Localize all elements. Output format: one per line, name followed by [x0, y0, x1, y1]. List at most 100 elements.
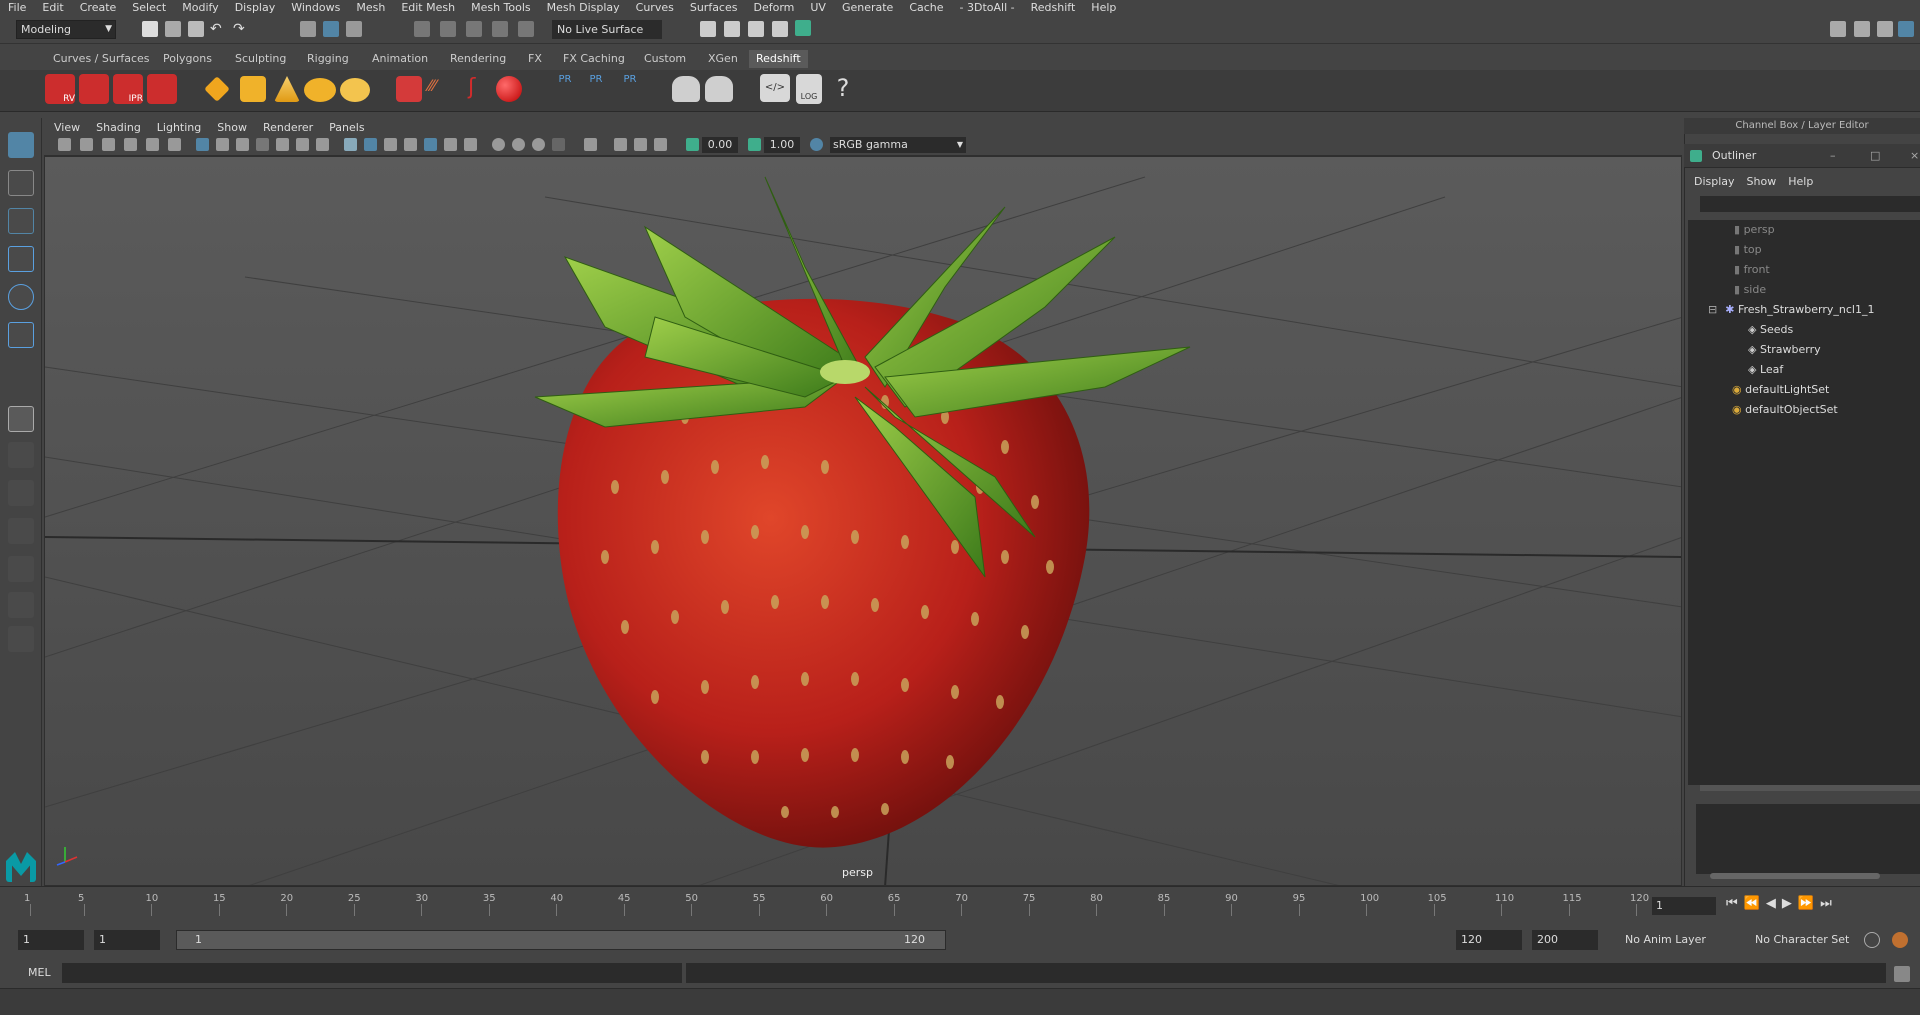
shelf-tab-custom[interactable]: Custom [637, 50, 693, 68]
outliner-item-strawberry[interactable]: ◈ Strawberry [1748, 341, 1821, 359]
auto-key-icon[interactable] [1864, 932, 1880, 948]
snap-view-icon[interactable] [492, 21, 508, 37]
menu-cache[interactable]: Cache [901, 1, 951, 14]
menu-mesh-display[interactable]: Mesh Display [539, 1, 628, 14]
redshift-ipr-icon[interactable]: IPR [113, 74, 143, 104]
play-icon[interactable]: ▶ [1782, 896, 1798, 911]
redshift-rv-icon[interactable]: RV [45, 74, 75, 104]
panel-menu-lighting[interactable]: Lighting [157, 121, 201, 134]
anti-aliasing-icon[interactable] [532, 138, 545, 151]
outliner-item-leaf[interactable]: ◈ Leaf [1748, 361, 1783, 379]
close-icon[interactable]: × [1910, 144, 1919, 168]
range-slider[interactable]: 1 120 [176, 930, 946, 950]
shelf-tab-fx-caching[interactable]: FX Caching [556, 50, 632, 68]
view-transform-select[interactable]: sRGB gamma ▼ [830, 137, 966, 153]
channel-box-tab[interactable]: Channel Box / Layer Editor [1684, 118, 1920, 134]
outliner-menu-help[interactable]: Help [1788, 175, 1813, 188]
redshift-pr1-icon[interactable]: PR [554, 74, 576, 106]
render-settings-icon[interactable] [700, 21, 716, 37]
shelf-tab-rendering[interactable]: Rendering [443, 50, 513, 68]
redshift-pr2-icon[interactable]: PR [585, 74, 607, 106]
menu-surfaces[interactable]: Surfaces [682, 1, 746, 14]
tool-settings-icon[interactable] [1877, 21, 1893, 37]
select-hierarchy-icon[interactable] [300, 21, 316, 37]
redshift-proxy-icon[interactable] [396, 76, 422, 102]
layout-side-icon[interactable] [8, 480, 34, 506]
script-editor-icon[interactable] [1894, 966, 1910, 982]
menu-curves[interactable]: Curves [628, 1, 682, 14]
render-view-icon[interactable] [772, 21, 788, 37]
redshift-area-light-icon[interactable] [240, 76, 266, 102]
grease-pencil-icon[interactable] [146, 138, 159, 151]
outliner-item-persp[interactable]: ▮ persp [1734, 221, 1775, 239]
select-component-icon[interactable] [346, 21, 362, 37]
outliner-item-side[interactable]: ▮ side [1734, 281, 1766, 299]
outliner-item-top[interactable]: ▮ top [1734, 241, 1762, 259]
redshift-hair-icon[interactable]: ⁄⁄⁄ [428, 76, 456, 102]
snap-point-icon[interactable] [466, 21, 482, 37]
menu-deform[interactable]: Deform [745, 1, 802, 14]
grid-toggle-icon[interactable] [196, 138, 209, 151]
menu-uv[interactable]: UV [802, 1, 834, 14]
redshift-dome-light-icon[interactable] [304, 78, 336, 102]
menu-redshift[interactable]: Redshift [1023, 1, 1084, 14]
color-management-icon[interactable] [810, 138, 823, 151]
default-material-icon[interactable] [384, 138, 397, 151]
outliner-search-field[interactable] [1700, 196, 1920, 212]
end-time-field[interactable]: 200 [1532, 930, 1598, 950]
panel-menu-show[interactable]: Show [217, 121, 247, 134]
outliner-item-group[interactable]: ⊟ ✱ Fresh_Strawberry_ncl1_1 [1708, 301, 1874, 319]
layer-hscrollbar[interactable] [1710, 873, 1880, 879]
channel-box-icon[interactable] [1898, 21, 1914, 37]
workspace-icon[interactable] [1830, 21, 1846, 37]
redshift-bake-set-icon[interactable] [705, 76, 733, 102]
safe-action-icon[interactable] [296, 138, 309, 151]
panel-menu-view[interactable]: View [54, 121, 80, 134]
screen-space-ao-icon[interactable] [492, 138, 505, 151]
outliner-item-default-object-set[interactable]: ◉ defaultObjectSet [1732, 401, 1838, 419]
panel-menu-shading[interactable]: Shading [96, 121, 141, 134]
step-back-frame-icon[interactable]: ◀ [1766, 896, 1782, 911]
start-time-field[interactable]: 1 [18, 930, 84, 950]
depth-of-field-icon[interactable] [552, 138, 565, 151]
attribute-editor-icon[interactable] [1854, 21, 1870, 37]
menu-create[interactable]: Create [72, 1, 125, 14]
gamma-field[interactable]: 1.00 [764, 137, 800, 153]
ipr-render-icon[interactable] [748, 21, 764, 37]
shelf-tab-polygons[interactable]: Polygons [156, 50, 219, 68]
use-all-lights-icon[interactable] [444, 138, 457, 151]
maximize-icon[interactable]: □ [1870, 144, 1880, 168]
shelf-tab-fx[interactable]: FX [521, 50, 549, 68]
bookmark-icon[interactable] [102, 138, 115, 151]
layout-outliner-icon[interactable] [8, 518, 34, 544]
menu-edit-mesh[interactable]: Edit Mesh [393, 1, 463, 14]
new-scene-icon[interactable] [142, 21, 158, 37]
2d-pan-icon[interactable] [168, 138, 181, 151]
motion-blur-icon[interactable] [512, 138, 525, 151]
hypershade-icon[interactable] [795, 20, 811, 36]
go-to-start-icon[interactable]: ⏮ [1726, 896, 1744, 911]
script-language-toggle[interactable]: MEL [28, 966, 51, 979]
help-icon[interactable]: ? [830, 74, 856, 104]
menu-display[interactable]: Display [227, 1, 284, 14]
exposure-toggle-icon[interactable] [686, 138, 699, 151]
rotate-tool-icon[interactable] [8, 284, 34, 310]
textured-icon[interactable] [424, 138, 437, 151]
redshift-material-icon[interactable] [496, 76, 522, 102]
playback-end-field[interactable]: 120 [1456, 930, 1522, 950]
menu-generate[interactable]: Generate [834, 1, 901, 14]
scale-tool-icon[interactable] [8, 322, 34, 348]
character-set-select[interactable]: No Character Set [1750, 930, 1866, 950]
collapse-icon[interactable]: ⊟ [1708, 303, 1717, 316]
shelf-tab-rigging[interactable]: Rigging [300, 50, 356, 68]
redshift-bake-icon[interactable] [672, 76, 700, 102]
animation-prefs-icon[interactable] [1892, 932, 1908, 948]
outliner-item-seeds[interactable]: ◈ Seeds [1748, 321, 1793, 339]
save-scene-icon[interactable] [188, 21, 204, 37]
field-chart-icon[interactable] [276, 138, 289, 151]
menu-3dtoall[interactable]: - 3DtoAll - [952, 1, 1023, 14]
shadows-icon[interactable] [464, 138, 477, 151]
outliner-hscrollbar[interactable] [1700, 785, 1920, 791]
select-object-icon[interactable] [323, 21, 339, 37]
camera-attributes-icon[interactable] [80, 138, 93, 151]
